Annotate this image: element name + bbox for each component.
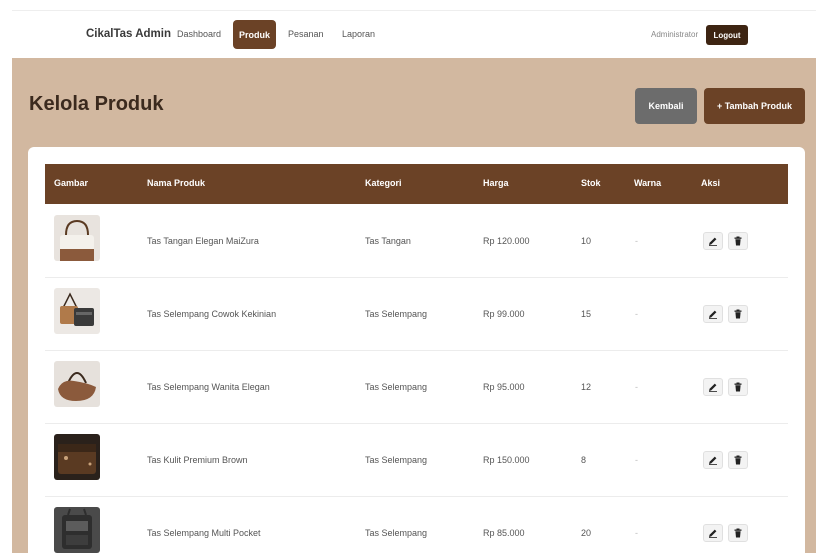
add-product-button[interactable]: + Tambah Produk (704, 88, 805, 124)
product-price: Rp 120.000 (483, 236, 530, 246)
header-kategori: Kategori (365, 178, 402, 188)
product-name: Tas Kulit Premium Brown (147, 455, 248, 465)
product-color: - (635, 236, 638, 246)
edit-button[interactable] (703, 451, 723, 469)
delete-button[interactable] (728, 378, 748, 396)
product-category: Tas Selempang (365, 528, 428, 538)
page-title: Kelola Produk (29, 93, 164, 115)
product-image (54, 434, 100, 480)
header-harga: Harga (483, 178, 509, 188)
product-stock: 8 (581, 455, 587, 465)
product-image (54, 288, 100, 334)
pencil-icon (709, 456, 717, 465)
trash-icon (734, 382, 742, 392)
product-image (54, 361, 100, 407)
product-color: - (635, 309, 638, 319)
product-stock: 15 (581, 309, 592, 319)
product-name: Tas Tangan Elegan MaiZura (147, 236, 259, 246)
header-gambar: Gambar (54, 178, 89, 188)
header-nama-produk: Nama Produk (147, 178, 206, 188)
pencil-icon (709, 237, 717, 246)
user-label: Administrator (651, 30, 699, 39)
product-stock: 10 (581, 236, 592, 246)
product-image (54, 215, 100, 261)
product-price: Rp 95.000 (483, 382, 525, 392)
edit-button[interactable] (703, 378, 723, 396)
nav-dashboard[interactable]: Dashboard (177, 29, 221, 39)
header-stok: Stok (581, 178, 601, 188)
pencil-icon (709, 383, 717, 392)
product-price: Rp 150.000 (483, 455, 530, 465)
trash-icon (734, 309, 742, 319)
table-row: Tas Selempang Multi Pocket Tas Selempang… (45, 497, 788, 553)
top-navbar: CikalTas Admin Dashboard Produk Pesanan … (12, 10, 816, 58)
product-category: Tas Tangan (365, 236, 411, 246)
product-table-card: Gambar Nama Produk Kategori Harga Stok W… (28, 147, 805, 553)
table-row: Tas Selempang Wanita Elegan Tas Selempan… (45, 351, 788, 424)
trash-icon (734, 528, 742, 538)
delete-button[interactable] (728, 524, 748, 542)
edit-button[interactable] (703, 305, 723, 323)
product-name: Tas Selempang Wanita Elegan (147, 382, 270, 392)
product-category: Tas Selempang (365, 382, 428, 392)
product-name: Tas Selempang Multi Pocket (147, 528, 261, 538)
product-price: Rp 99.000 (483, 309, 525, 319)
nav-laporan[interactable]: Laporan (342, 29, 375, 39)
main-content: Kelola Produk Kembali + Tambah Produk Ga… (12, 58, 816, 553)
delete-button[interactable] (728, 305, 748, 323)
nav-produk[interactable]: Produk (233, 20, 276, 49)
edit-button[interactable] (703, 524, 723, 542)
product-name: Tas Selempang Cowok Kekinian (147, 309, 277, 319)
product-image (54, 507, 100, 553)
table-row: Tas Selempang Cowok Kekinian Tas Selempa… (45, 278, 788, 351)
product-stock: 20 (581, 528, 592, 538)
table-row: Tas Tangan Elegan MaiZura Tas Tangan Rp … (45, 205, 788, 278)
table-row: Tas Kulit Premium Brown Tas Selempang Rp… (45, 424, 788, 497)
product-category: Tas Selempang (365, 309, 428, 319)
brand-title[interactable]: CikalTas Admin (86, 28, 171, 40)
pencil-icon (709, 529, 717, 538)
trash-icon (734, 455, 742, 465)
back-button[interactable]: Kembali (635, 88, 697, 124)
delete-button[interactable] (728, 232, 748, 250)
product-color: - (635, 382, 638, 392)
product-category: Tas Selempang (365, 455, 428, 465)
delete-button[interactable] (728, 451, 748, 469)
product-color: - (635, 528, 638, 538)
header-aksi: Aksi (701, 178, 721, 188)
logout-button[interactable]: Logout (706, 25, 748, 45)
trash-icon (734, 236, 742, 246)
table-header: Gambar Nama Produk Kategori Harga Stok W… (45, 164, 788, 204)
nav-pesanan[interactable]: Pesanan (288, 29, 324, 39)
product-color: - (635, 455, 638, 465)
product-price: Rp 85.000 (483, 528, 525, 538)
edit-button[interactable] (703, 232, 723, 250)
pencil-icon (709, 310, 717, 319)
header-warna: Warna (634, 178, 662, 188)
product-stock: 12 (581, 382, 592, 392)
